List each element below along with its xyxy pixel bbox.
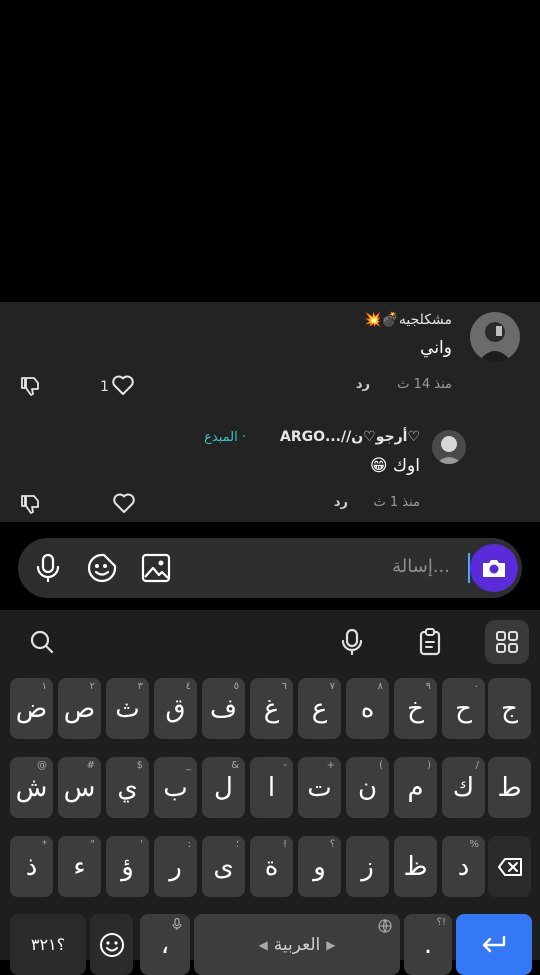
comment-time: منذ 14 ث — [397, 377, 452, 392]
like-button[interactable] — [112, 492, 136, 518]
key[interactable]: _ ب — [154, 757, 197, 818]
key[interactable]: ظ — [394, 836, 437, 897]
keyboard-toolbar — [0, 610, 540, 675]
thumbs-down-icon — [21, 495, 39, 514]
key[interactable]: ٧ع — [298, 678, 341, 739]
key[interactable]: ؟ و — [298, 836, 341, 897]
search-button[interactable] — [22, 622, 62, 662]
key[interactable]: ٤ق — [154, 678, 197, 739]
mic-button[interactable] — [30, 550, 66, 586]
comment-input-bar: ...إسالة — [18, 538, 522, 598]
voice-input-button[interactable] — [332, 622, 372, 662]
key[interactable]: @ ش — [10, 757, 53, 818]
key[interactable]: ٨ه — [346, 678, 389, 739]
key[interactable]: ز — [346, 836, 389, 897]
backspace-icon — [497, 857, 522, 876]
key[interactable]: ! ة — [250, 836, 293, 897]
key[interactable]: ٦غ — [250, 678, 293, 739]
like-button[interactable]: 1 — [100, 374, 135, 400]
key[interactable]: ٣ث — [106, 678, 149, 739]
period-key[interactable]: ؟!. — [404, 914, 452, 975]
comment-time: منذ 1 ث — [373, 495, 421, 510]
key[interactable]: (ن — [346, 757, 389, 818]
clipboard-icon — [419, 628, 441, 656]
key[interactable]: / ك — [442, 757, 485, 818]
comment-username[interactable]: مشكلجيه💣💥 — [364, 312, 452, 328]
key[interactable]: # س — [58, 757, 101, 818]
keyboard: ١ض ٢ص ٣ث ٤ق ٥ف ٦غ ٧ع ٨ه ٩خ ٠ح ج @ ش # س $ ي… — [0, 610, 540, 975]
mic-icon — [36, 553, 60, 583]
comment-item: مشكلجيه💣💥 واني منذ 14 ث رد 1 — [0, 302, 540, 412]
globe-icon — [378, 918, 392, 938]
emoji-key[interactable] — [90, 914, 133, 975]
image-button[interactable] — [138, 550, 174, 586]
reply-button[interactable]: رد — [356, 377, 370, 392]
key[interactable]: ط — [488, 757, 531, 818]
key[interactable]: $ ي — [106, 757, 149, 818]
key[interactable]: :ر — [154, 836, 197, 897]
comma-key[interactable]: ، — [140, 914, 190, 975]
enter-key[interactable] — [456, 914, 532, 975]
reply-button[interactable]: رد — [334, 495, 348, 510]
space-label: العربية — [273, 934, 321, 955]
comment-text: واني — [420, 338, 452, 358]
comment-text: اوك 😁 — [369, 456, 420, 476]
key[interactable]: % د — [442, 836, 485, 897]
dislike-button[interactable] — [18, 490, 46, 518]
heart-icon — [112, 492, 136, 518]
sticker-icon — [87, 553, 117, 583]
key[interactable]: ' ؤ — [106, 836, 149, 897]
symbols-key[interactable]: ؟٣٢١ — [10, 914, 86, 975]
key[interactable]: ؛ ى — [202, 836, 245, 897]
key[interactable]: ٩خ — [394, 678, 437, 739]
camera-icon — [483, 560, 505, 577]
thumbs-down-icon — [21, 377, 39, 396]
key[interactable]: -ا — [250, 757, 293, 818]
clipboard-button[interactable] — [410, 622, 450, 662]
key[interactable]: ) م — [394, 757, 437, 818]
emoji-icon — [99, 932, 124, 957]
camera-button[interactable] — [470, 544, 518, 592]
avatar[interactable] — [432, 430, 466, 464]
message-input[interactable]: ...إسالة — [392, 556, 450, 577]
enter-arrow-icon — [482, 935, 506, 952]
creator-badge: · المبدع — [204, 430, 246, 445]
chevron-left-icon: ◀ — [258, 937, 268, 952]
mic-icon — [341, 628, 363, 656]
comments-panel: مشكلجيه💣💥 واني منذ 14 ث رد 1 ♡أرجو♡ن//..… — [0, 302, 540, 522]
key[interactable]: ٥ف — [202, 678, 245, 739]
image-icon — [141, 553, 171, 583]
key[interactable]: ٢ص — [58, 678, 101, 739]
mic-icon — [172, 917, 182, 934]
grid-icon — [496, 631, 518, 653]
search-icon — [30, 630, 54, 654]
key[interactable]: " ء — [58, 836, 101, 897]
key[interactable]: + ت — [298, 757, 341, 818]
key[interactable]: ج — [488, 678, 531, 739]
avatar[interactable] — [470, 312, 520, 362]
key[interactable]: * ذ — [10, 836, 53, 897]
chevron-right-icon: ▶ — [326, 937, 336, 952]
dislike-button[interactable] — [18, 372, 46, 400]
sticker-button[interactable] — [84, 550, 120, 586]
key[interactable]: & ل — [202, 757, 245, 818]
heart-icon — [111, 374, 135, 400]
comment-username[interactable]: ♡أرجو♡ن//...ARGO — [280, 429, 420, 445]
like-count: 1 — [100, 379, 109, 395]
space-key[interactable]: ◀ العربية ▶ — [194, 914, 400, 975]
key[interactable]: ٠ح — [442, 678, 485, 739]
key[interactable]: ١ض — [10, 678, 53, 739]
backspace-key[interactable] — [488, 836, 531, 897]
comment-item: ♡أرجو♡ن//...ARGO · المبدع اوك 😁 منذ 1 ث … — [0, 420, 540, 520]
apps-button[interactable] — [485, 620, 529, 664]
